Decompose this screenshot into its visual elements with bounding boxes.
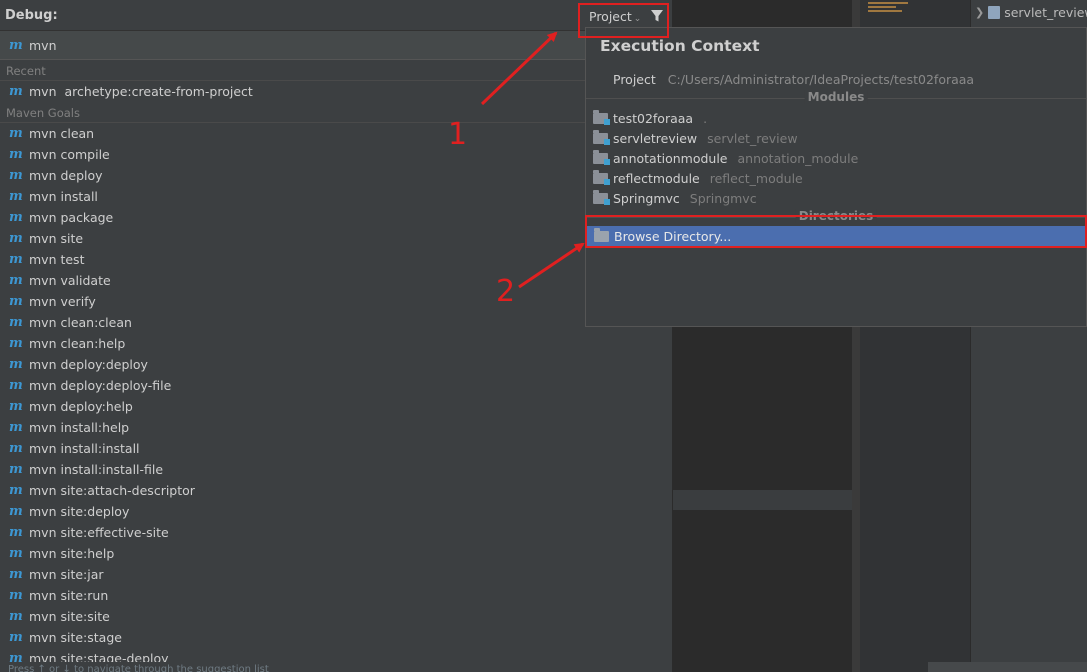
annotation-arrow-1 (480, 31, 558, 106)
annotation-arrow-2 (518, 242, 585, 289)
annotation-arrows (480, 31, 585, 289)
annotation-label-2: 2 (496, 274, 516, 309)
annotation-label-1: 1 (448, 117, 468, 152)
